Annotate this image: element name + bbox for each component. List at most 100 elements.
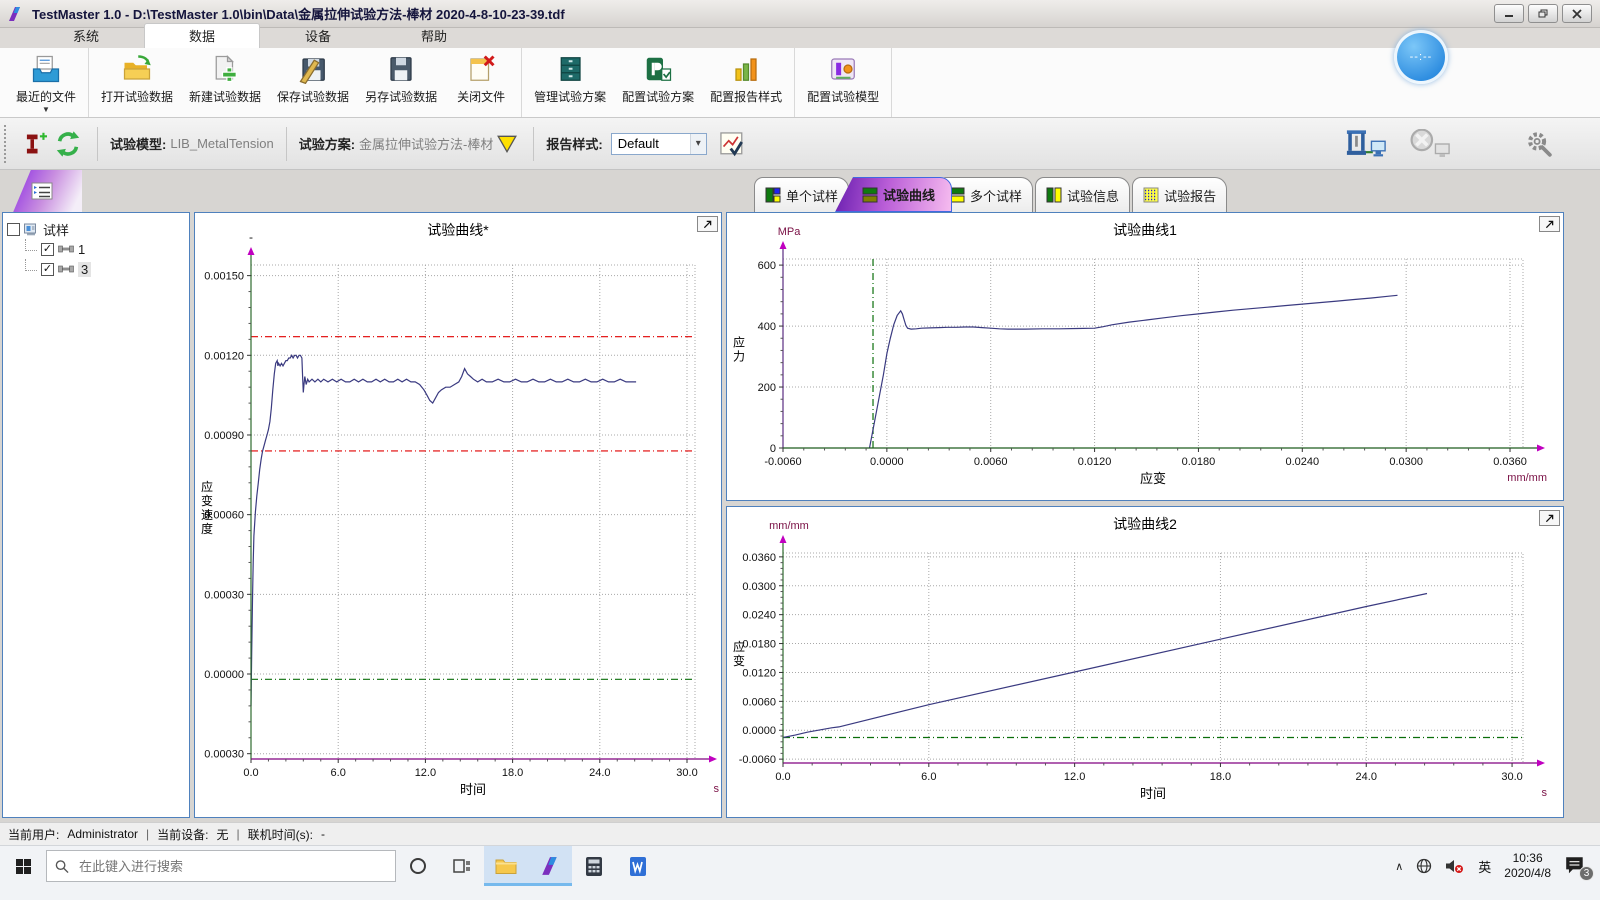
svg-text:400: 400 [758,321,776,333]
cortana-button[interactable] [396,846,440,886]
timer-overlay[interactable]: --:-- [1394,30,1448,84]
svg-text:变: 变 [201,493,213,508]
menu-help[interactable]: 帮助 [376,24,492,48]
recent-files-icon [31,52,61,86]
chart-canvas-main[interactable]: 0.06.012.018.024.030.00.001500.001200.00… [195,213,721,817]
chart-title: 试验曲线* [195,220,721,240]
folder-icon [495,857,517,875]
config-report-style-button[interactable]: 配置报告样式 [702,48,790,117]
svg-text:0.0: 0.0 [775,771,790,783]
calculator-button[interactable] [572,846,616,886]
view-tabs: 单个试样 试验曲线 多个试样 试验信息 试验报告 [726,173,1564,212]
series-line [251,355,636,706]
refresh-icon [54,130,82,158]
report-edit-button[interactable] [715,126,749,162]
report-style-value: Default [612,136,690,151]
tree-root-row[interactable]: 试样 [7,219,185,239]
report-style-select[interactable]: Default ▾ [611,133,707,155]
device-status-icons [1342,126,1592,162]
new-specimen-button[interactable] [17,126,51,162]
svg-text:200: 200 [758,382,776,394]
volume-muted-icon[interactable] [1445,858,1465,874]
menu-device[interactable]: 设备 [260,24,376,48]
recent-files-button[interactable]: 最近的文件 ▼ [8,48,84,117]
ribbon-group-recent: 最近的文件 ▼ [4,48,89,117]
tree-item-3[interactable]: ✓ 3 [21,259,185,279]
tab-test-report[interactable]: 试验报告 [1132,177,1227,212]
menu-data[interactable]: 数据 [144,23,260,48]
ribbon-group-model: 配置试验模型 [795,48,892,117]
single-specimen-icon [765,187,781,203]
specimen-3-checkbox[interactable]: ✓ [41,263,54,276]
open-data-button[interactable]: 打开试验数据 [93,48,181,117]
new-data-button[interactable]: 新建试验数据 [181,48,269,117]
minimize-button[interactable] [1494,4,1524,23]
tab-multi-specimen[interactable]: 多个试样 [938,177,1033,212]
chart-canvas-curve2[interactable]: 0.06.012.018.024.030.00.03600.03000.0240… [727,507,1563,817]
chart-canvas-curve1[interactable]: -0.00600.00000.00600.01200.01800.02400.0… [727,213,1563,500]
chart-panel-main: 试验曲线* 0.06.012.018.024.030.00.001500.001… [194,212,722,818]
machine-monitor-icon [1343,129,1389,159]
timer-text: --:-- [1410,51,1433,63]
specimen-tree-tab[interactable] [2,170,82,212]
online-time-label: 联机时间(s): [248,826,313,843]
config-model-button[interactable]: 配置试验模型 [799,48,887,117]
refresh-button[interactable] [51,126,85,162]
current-device-label: 当前设备: [157,826,208,843]
chart-svg[interactable]: 0.06.012.018.024.030.00.001500.001200.00… [195,213,721,817]
restore-button[interactable] [1528,4,1558,23]
chart-svg[interactable]: 0.06.012.018.024.030.00.03600.03000.0240… [727,507,1563,817]
svg-text:0.0300: 0.0300 [1389,456,1423,468]
close-button[interactable] [1562,4,1592,23]
svg-text:应: 应 [733,335,745,350]
status-divider: | [237,827,240,841]
taskbar: ∧ 英 10:36 2020/4/8 3 [0,845,1600,900]
save-as-data-button[interactable]: 另存试验数据 [357,48,445,117]
start-button[interactable] [0,846,46,886]
machine-offline-button[interactable] [1406,126,1454,162]
notification-center-button[interactable]: 3 [1564,855,1588,877]
tray-chevron-icon[interactable]: ∧ [1395,860,1403,873]
select-arrow-icon[interactable]: ▾ [690,134,706,154]
svg-text:24.0: 24.0 [589,767,610,779]
machine-online-button[interactable] [1342,126,1390,162]
popout-chart-button[interactable] [1539,510,1560,526]
svg-text:0.00030: 0.00030 [204,589,244,601]
wps-button[interactable] [616,846,660,886]
tree-item-1[interactable]: ✓ 1 [21,239,185,259]
svg-text:0.00090: 0.00090 [204,430,244,442]
popout-chart-button[interactable] [697,216,718,232]
taskbar-search[interactable] [46,850,396,882]
toolbar-grip[interactable] [4,125,7,163]
task-view-button[interactable] [440,846,484,886]
popout-chart-button[interactable] [1539,216,1560,232]
testmaster-app-button[interactable] [528,846,572,886]
menu-system[interactable]: 系统 [28,24,144,48]
taskbar-clock[interactable]: 10:36 2020/4/8 [1504,851,1551,881]
save-data-button[interactable]: 保存试验数据 [269,48,357,117]
close-file-button[interactable]: 关闭文件 [445,48,517,117]
tab-single-specimen[interactable]: 单个试样 [754,177,849,212]
chart-panel-curve2: 试验曲线2 0.06.012.018.024.030.00.03600.0300… [726,506,1564,818]
tree-connector [25,259,37,271]
root-checkbox[interactable] [7,223,20,236]
ime-indicator[interactable]: 英 [1478,857,1491,876]
search-input[interactable] [77,858,387,875]
series-line [870,295,1398,448]
manage-scheme-button[interactable]: 管理试验方案 [526,48,614,117]
config-scheme-button[interactable]: 配置试验方案 [614,48,702,117]
scheme-filter-button[interactable] [493,126,521,162]
svg-text:-0.0060: -0.0060 [739,754,776,766]
network-globe-icon[interactable] [1416,858,1432,874]
file-explorer-button[interactable] [484,846,528,886]
popout-arrow-icon [702,219,713,230]
ribbon-group-file: 打开试验数据 新建试验数据 保存试验数据 另存试验数据 [89,48,522,117]
specimen-1-checkbox[interactable]: ✓ [41,243,54,256]
svg-text:600: 600 [758,260,776,272]
settings-button[interactable] [1522,126,1556,162]
chart-svg[interactable]: -0.00600.00000.00600.01200.01800.02400.0… [727,213,1563,500]
tab-test-info[interactable]: 试验信息 [1035,177,1130,212]
tab-test-curve[interactable]: 试验曲线 [835,177,952,212]
recent-files-dropdown-icon[interactable]: ▼ [42,107,50,113]
clock-date: 2020/4/8 [1504,866,1551,881]
